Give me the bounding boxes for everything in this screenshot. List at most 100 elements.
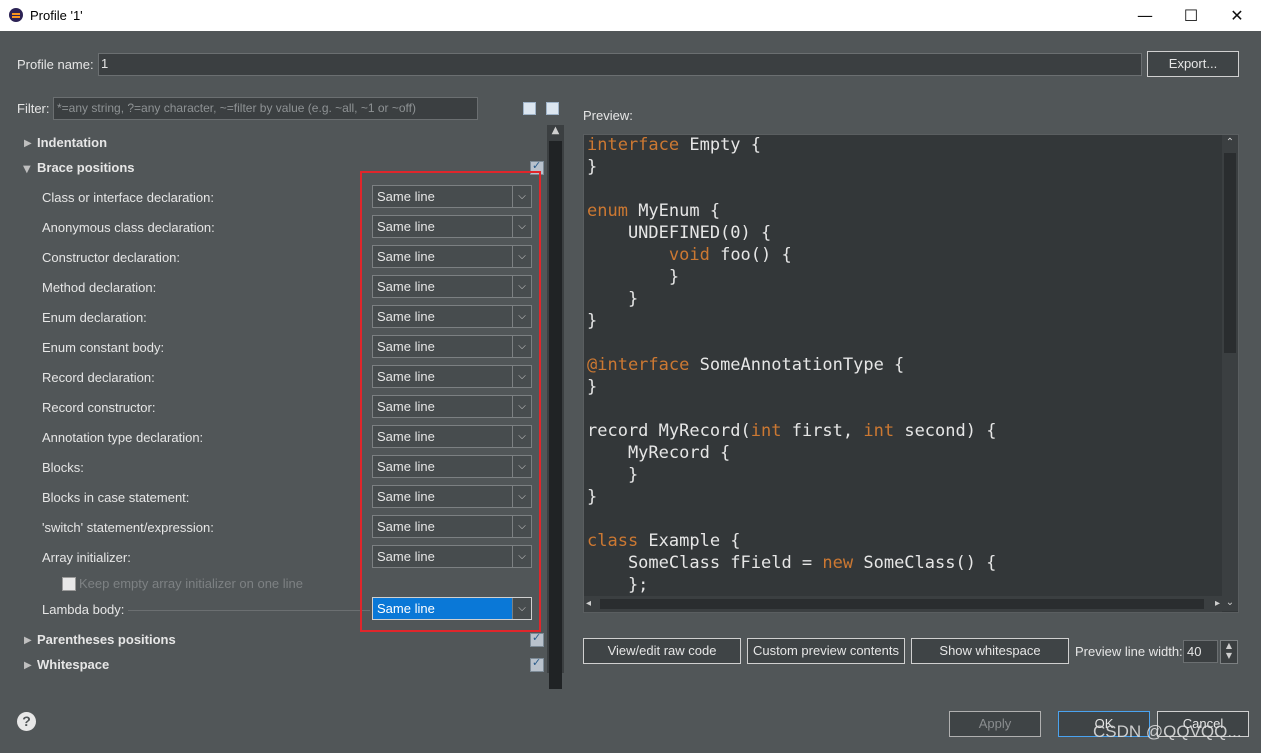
code-line: enum MyEnum { [587,201,720,221]
code-token: Example { [638,531,741,551]
preview-hscrollbar[interactable]: ◂ ▸ [584,596,1222,612]
expand-arrow-icon[interactable]: ▶ [24,138,32,149]
preview-label: Preview: [583,108,633,123]
code-keyword: enum [587,201,628,221]
brace-setting-label: Constructor declaration: [42,250,181,265]
brace-setting-label: Class or interface declaration: [42,190,214,205]
code-line: } [587,311,597,331]
code-token: foo() { [709,245,792,265]
profile-name-input[interactable]: 1 [98,53,1142,76]
keep-empty-array-checkbox[interactable] [62,577,76,591]
profile-name-label: Profile name: [17,57,94,72]
code-line: interface Empty { [587,135,761,155]
code-line: } [587,157,597,177]
scroll-up-icon[interactable]: ▲ [547,125,564,139]
code-token: SomeClass fField = [587,553,823,573]
code-line: class Example { [587,531,741,551]
expand-arrow-icon[interactable]: ▶ [24,635,32,646]
focus-divider [128,610,370,611]
window-title: Profile '1' [30,8,83,23]
code-token: UNDEFINED(0) { [587,223,772,243]
brace-setting-label: Blocks in case statement: [42,490,190,505]
hscroll-thumb[interactable] [600,599,1204,609]
brace-setting-label: Annotation type declaration: [42,430,204,445]
code-line: MyRecord { [587,443,730,463]
scroll-right-icon[interactable]: ▸ [1215,598,1220,609]
code-token: record MyRecord( [587,421,751,441]
code-line: } [587,465,638,485]
highlight-box [360,171,541,632]
eclipse-icon [9,8,23,22]
lambda-body-label: Lambda body: [42,602,125,617]
line-width-spinner[interactable]: ▲ ▼ [1220,640,1238,664]
preview-vscrollbar[interactable]: ⌃ ⌄ [1222,135,1238,611]
code-token: MyRecord { [587,443,731,463]
brace-setting-label: 'switch' statement/expression: [42,520,214,535]
filter-input[interactable]: *=any string, ?=any character, ~=filter … [53,97,478,120]
collapse-all-icon[interactable] [546,102,559,115]
tree-parentheses-positions[interactable]: Parentheses positions [37,632,176,647]
show-whitespace-button[interactable]: Show whitespace [911,638,1069,664]
close-button[interactable]: ✕ [1214,0,1260,31]
code-line: } [587,289,638,309]
code-line: } [587,487,597,507]
tree-brace-positions[interactable]: Brace positions [37,160,135,175]
preview-line-width-label: Preview line width: [1075,644,1183,659]
brace-setting-label: Method declaration: [42,280,157,295]
keep-empty-array-label: Keep empty array initializer on one line [79,576,304,591]
brace-setting-label: Enum declaration: [42,310,147,325]
export-button[interactable]: Export... [1147,51,1239,77]
code-token: } [587,289,639,309]
code-token: } [587,487,598,507]
tree-indentation[interactable]: Indentation [37,135,107,150]
tree-whitespace[interactable]: Whitespace [37,657,109,672]
code-keyword: class [587,531,639,551]
line-width-value: 40 [1187,644,1202,659]
code-token: SomeClass() { [853,553,997,573]
code-token: SomeAnnotationType { [689,355,905,375]
preview-line-width-input[interactable]: 40 [1183,640,1218,663]
settings-scrollbar[interactable]: ▲ [547,125,564,689]
brace-setting-label: Array initializer: [42,550,131,565]
brace-setting-label: Blocks: [42,460,84,475]
expand-all-icon[interactable] [523,102,536,115]
modified-check-icon [530,631,544,647]
code-line: }; [587,575,648,595]
preview-panel[interactable]: interface Empty {} enum MyEnum { UNDEFINE… [583,134,1239,613]
scroll-up-icon[interactable]: ⌃ [1222,135,1238,151]
minimize-button[interactable]: — [1122,0,1168,31]
help-icon[interactable]: ? [17,712,36,731]
code-line: @interface SomeAnnotationType { [587,355,904,375]
collapse-arrow-icon[interactable]: ▼ [23,164,31,175]
code-token: } [587,267,680,287]
expand-arrow-icon[interactable]: ▶ [24,660,32,671]
scroll-left-icon[interactable]: ◂ [586,598,591,609]
code-keyword: @interface [587,355,690,375]
code-line: } [587,377,597,397]
custom-preview-contents-button[interactable]: Custom preview contents [747,638,905,664]
maximize-button[interactable]: ☐ [1168,0,1214,31]
view-edit-raw-code-button[interactable]: View/edit raw code [583,638,741,664]
code-keyword: new [822,553,854,573]
code-keyword: interface [587,135,680,155]
code-keyword: void [668,245,710,265]
code-token: MyEnum { [627,201,721,221]
scroll-down-icon[interactable]: ⌄ [1222,595,1238,611]
spinner-up-icon[interactable]: ▲ [1221,641,1237,651]
code-token: first, [781,421,864,441]
code-token: } [587,311,598,331]
code-line: SomeClass fField = new SomeClass() { [587,553,996,573]
brace-setting-label: Record declaration: [42,370,155,385]
code-line: UNDEFINED(0) { [587,223,771,243]
code-token: Empty { [679,135,762,155]
scroll-thumb[interactable] [1224,153,1236,353]
scroll-thumb[interactable] [549,141,562,689]
spinner-down-icon[interactable]: ▼ [1221,651,1237,661]
watermark: CSDN @QQVQQ... [1093,722,1242,741]
brace-setting-label: Anonymous class declaration: [42,220,215,235]
code-line: } [587,267,679,287]
filter-placeholder: *=any string, ?=any character, ~=filter … [57,101,416,115]
apply-button[interactable]: Apply [949,711,1041,737]
code-line: void foo() { [587,245,792,265]
filter-label: Filter: [17,101,50,116]
